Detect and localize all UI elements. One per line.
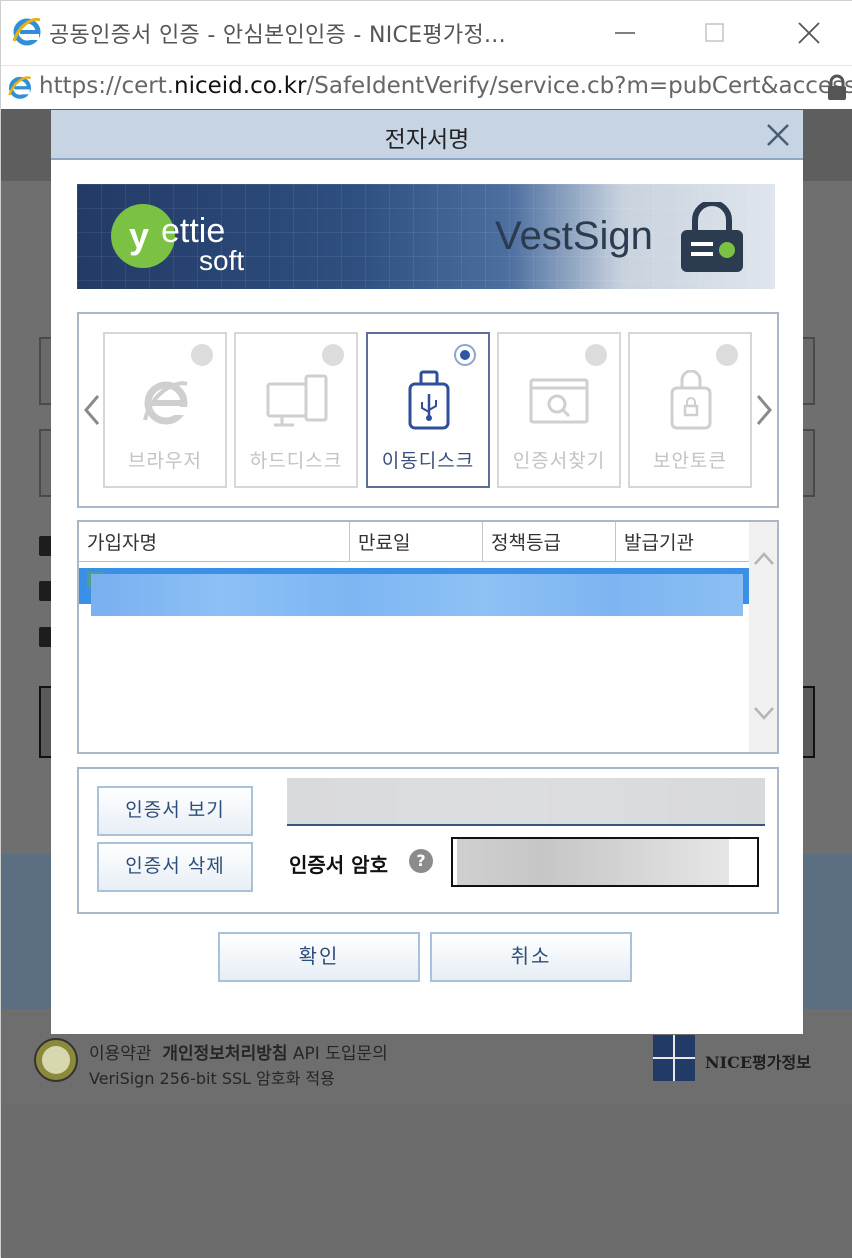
chevron-up-icon[interactable] [753, 550, 775, 566]
usb-drive-icon [398, 370, 460, 432]
footer-terms-link: 이용약관 [89, 1044, 152, 1064]
vertical-scrollbar[interactable] [749, 522, 779, 752]
storage-option-label: 브라우저 [105, 446, 225, 473]
storage-browser-tile[interactable]: 브라우저 [103, 332, 227, 488]
title-bar: 공동인증서 인증 - 안심본인인증 - NICE평가정... [1, 1, 852, 65]
close-window-button[interactable] [789, 15, 829, 51]
storage-selector: 브라우저 하드디스크 [77, 312, 779, 508]
storage-option-label: 이동디스크 [368, 446, 488, 473]
vestsign-lock-icon [677, 202, 747, 274]
radio-button[interactable] [454, 344, 476, 366]
internet-explorer-icon [11, 15, 43, 47]
table-header: 가입자명 만료일 정책등급 발급기관 [79, 522, 749, 562]
radio-button[interactable] [585, 344, 607, 366]
redacted-row-content [91, 574, 743, 616]
browser-window: 공동인증서 인증 - 안심본인인증 - NICE평가정... https://c… [0, 0, 852, 1257]
url-host: niceid.co.kr [174, 73, 306, 99]
radio-button[interactable] [716, 344, 738, 366]
security-seal-icon [33, 1037, 79, 1083]
nice-logo-icon [653, 1035, 695, 1081]
minimize-icon [614, 22, 636, 44]
footer-privacy-link: 개인정보처리방침 [162, 1044, 287, 1064]
dialog-close-button[interactable] [763, 120, 793, 150]
radio-button[interactable] [322, 344, 344, 366]
column-header-expiry[interactable]: 만료일 [350, 522, 483, 562]
yettie-soft-logo: y ettie soft [107, 196, 277, 276]
footer-api-link: API 도입문의 [293, 1044, 388, 1064]
scroll-left-arrow-icon[interactable] [81, 392, 103, 428]
column-header-policy[interactable]: 정책등급 [483, 522, 616, 562]
storage-option-label: 보안토큰 [630, 446, 750, 473]
redacted-password [457, 839, 729, 885]
dialog-title: 전자서명 [51, 120, 803, 154]
url-text[interactable]: https://cert.niceid.co.kr/SafeIdentVerif… [39, 73, 852, 99]
close-icon [797, 21, 821, 45]
lock-icon[interactable] [826, 74, 848, 102]
minimize-button[interactable] [605, 15, 645, 51]
url-prefix: https://cert. [39, 73, 174, 99]
svg-text:soft: soft [199, 245, 244, 276]
url-path: /SafeIdentVerify/service.cb?m=pubCert&ac… [307, 73, 852, 99]
help-icon[interactable]: ? [409, 849, 433, 873]
column-header-subscriber[interactable]: 가입자명 [79, 522, 350, 562]
footer-ssl-text: VeriSign 256-bit SSL 암호화 적용 [89, 1065, 335, 1089]
certificate-actions-panel: 인증서 보기 인증서 삭제 인증서 암호 ? [77, 767, 779, 914]
harddisk-icon [266, 370, 328, 432]
background-bottom [1, 1104, 852, 1258]
scroll-right-arrow-icon[interactable] [753, 392, 775, 428]
maximize-button[interactable] [695, 15, 735, 51]
certificate-password-input[interactable] [451, 837, 759, 887]
internet-explorer-icon [7, 74, 33, 100]
address-bar[interactable]: https://cert.niceid.co.kr/SafeIdentVerif… [1, 65, 852, 109]
security-token-icon [660, 370, 722, 432]
cancel-button[interactable]: 취소 [430, 932, 632, 982]
column-header-issuer[interactable]: 발급기관 [616, 522, 749, 562]
vestsign-logo-text: VestSign [495, 214, 653, 259]
storage-harddisk-tile[interactable]: 하드디스크 [234, 332, 358, 488]
storage-find-cert-tile[interactable]: 인증서찾기 [497, 332, 621, 488]
dialog-header: 전자서명 [51, 110, 803, 160]
footer-brand: NICE평가정보 [705, 1049, 811, 1073]
certificate-table: 가입자명 만료일 정책등급 발급기관 [77, 520, 779, 754]
delete-certificate-button[interactable]: 인증서 삭제 [97, 842, 253, 892]
chevron-down-icon[interactable] [753, 706, 775, 722]
confirm-button[interactable]: 확인 [218, 932, 420, 982]
storage-usb-tile[interactable]: 이동디스크 [366, 332, 490, 488]
storage-option-label: 하드디스크 [236, 446, 356, 473]
find-cert-icon [529, 370, 591, 432]
view-certificate-button[interactable]: 인증서 보기 [97, 786, 253, 836]
storage-option-label: 인증서찾기 [499, 446, 619, 473]
svg-text:y: y [129, 215, 149, 256]
selected-certificate-field [287, 778, 765, 826]
maximize-icon [704, 22, 726, 44]
window-title: 공동인증서 인증 - 안심본인인증 - NICE평가정... [49, 17, 506, 49]
digital-signature-dialog: 전자서명 y ettie soft VestSign [51, 110, 803, 1034]
storage-security-token-tile[interactable]: 보안토큰 [628, 332, 752, 488]
browser-icon [135, 370, 197, 432]
radio-button[interactable] [191, 344, 213, 366]
vendor-banner: y ettie soft VestSign [77, 184, 775, 289]
password-label: 인증서 암호 [289, 849, 388, 878]
